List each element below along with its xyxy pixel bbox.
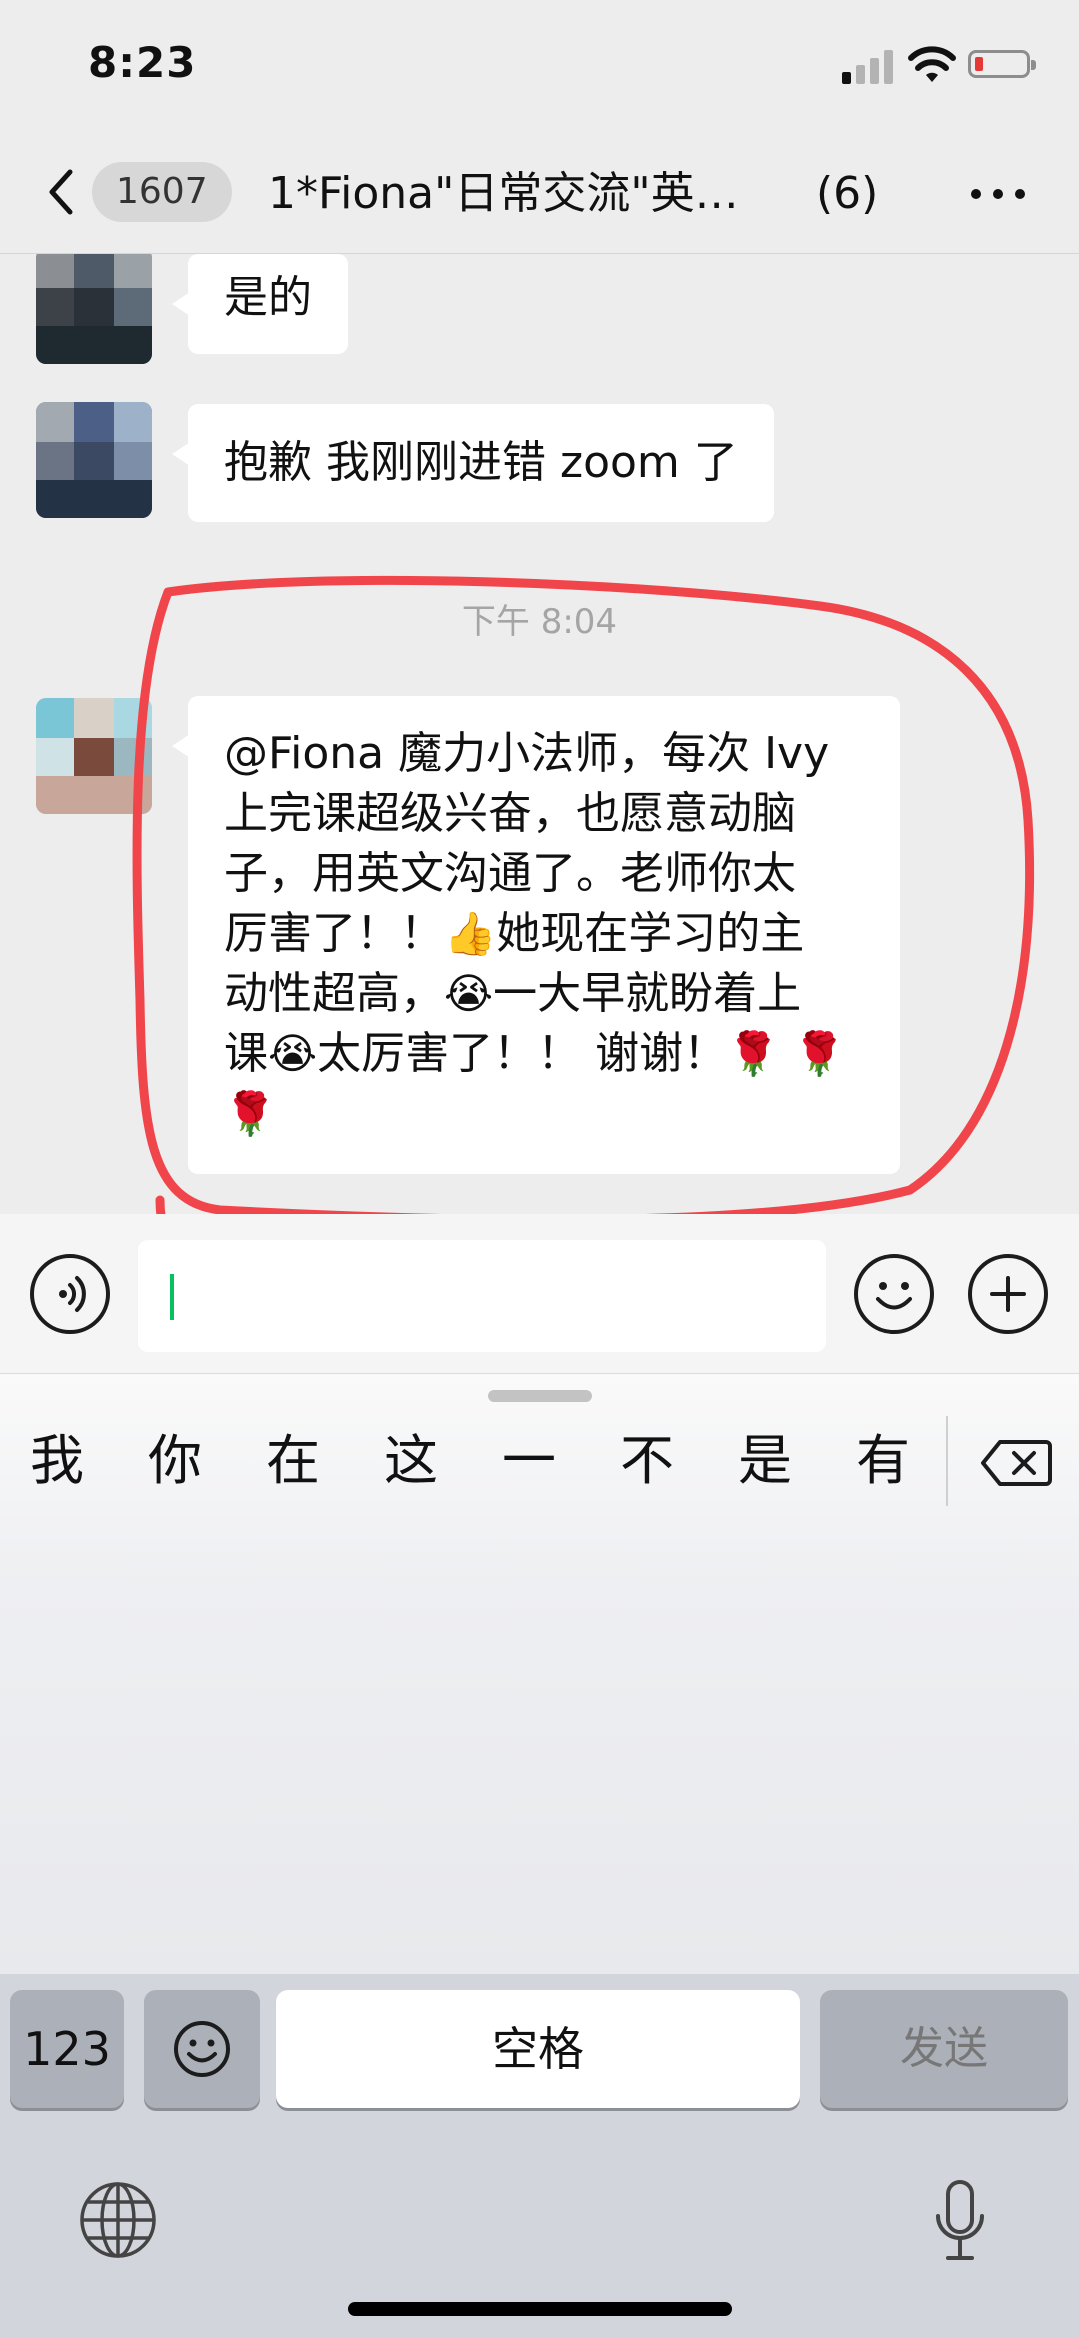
voice-icon	[59, 1276, 86, 1312]
ellipsis-icon[interactable]	[968, 184, 1028, 204]
smiley-icon	[876, 1282, 912, 1310]
candidate-panel: 我 你 在 这 一 不 是 有	[0, 1374, 1079, 1974]
message-text-segment: 动性超高，	[224, 968, 444, 1019]
member-count: (6)	[816, 168, 879, 219]
plus-icon	[990, 1276, 1026, 1312]
globe-icon[interactable]	[78, 2180, 158, 2260]
keyboard: 我 你 在 这 一 不 是 有 123 空格 发送	[0, 1374, 1079, 2338]
message-text: @Fiona 魔力小法师，每次 Ivy 上完课超级兴奋，也愿意动脑 子，用英文沟通了…	[224, 724, 864, 1144]
divider	[946, 1416, 948, 1506]
message-bubble[interactable]: 抱歉 我刚刚进错 zoom 了	[172, 404, 774, 522]
message-text-segment: 子，用英文沟通了。老师你太	[224, 848, 796, 899]
message-bubble[interactable]: @Fiona 魔力小法师，每次 Ivy 上完课超级兴奋，也愿意动脑 子，用英文沟通了…	[172, 696, 900, 1174]
message-text: 是的	[224, 272, 312, 323]
message-line: 上完课超级兴奋，也愿意动脑	[224, 784, 864, 844]
message-timestamp: 下午 8:04	[461, 602, 618, 642]
voice-input-button[interactable]	[30, 1254, 110, 1334]
message-text-segment: 太厉害了！！ 谢谢！	[317, 1028, 728, 1079]
chat-header: 1607 1*Fiona"日常交流"英… (6)	[0, 132, 1079, 254]
numbers-key[interactable]: 123	[10, 1990, 124, 2108]
wifi-icon	[908, 46, 956, 82]
emoji-button[interactable]	[854, 1254, 934, 1334]
avatar[interactable]	[36, 402, 152, 518]
candidate-word[interactable]: 是	[738, 1426, 792, 1496]
message-line: 子，用英文沟通了。老师你太	[224, 844, 864, 904]
more-actions-button[interactable]	[968, 1254, 1048, 1334]
message-bubble[interactable]: 是的	[172, 254, 348, 354]
candidate-word[interactable]: 不	[620, 1426, 674, 1496]
candidate-word[interactable]: 一	[502, 1426, 556, 1496]
panel-drag-handle[interactable]	[488, 1390, 592, 1402]
send-key[interactable]: 发送	[820, 1990, 1068, 2108]
message-text-segment	[779, 1028, 793, 1079]
space-key[interactable]: 空格	[276, 1990, 800, 2108]
message-text-segment: 厉害了！！	[224, 908, 444, 959]
home-indicator	[348, 2302, 732, 2316]
emoji: 👍	[444, 909, 497, 958]
emoji: 🌹	[224, 1089, 277, 1138]
emoji-key[interactable]	[144, 1990, 260, 2108]
status-bar: 8:23	[0, 0, 1079, 132]
message-line: 课😭太厉害了！！ 谢谢！🌹 🌹	[224, 1024, 864, 1084]
message-input[interactable]	[138, 1240, 826, 1352]
candidate-word[interactable]: 有	[856, 1426, 910, 1496]
text-caret	[170, 1274, 174, 1320]
avatar[interactable]	[36, 698, 152, 814]
backspace-icon[interactable]	[980, 1438, 1052, 1488]
message-line: 厉害了！！👍她现在学习的主	[224, 904, 864, 964]
message-text-segment: 她现在学习的主	[496, 908, 805, 959]
emoji: 😭	[268, 1029, 318, 1078]
message-text-segment: 一大早就盼着上	[493, 968, 802, 1019]
message-line: 🌹	[224, 1084, 864, 1144]
battery-icon	[968, 50, 1036, 78]
unread-count-badge[interactable]: 1607	[92, 162, 232, 222]
cellular-signal-icon	[842, 48, 898, 84]
message-text-segment: 课	[224, 1028, 268, 1079]
chevron-left-icon[interactable]	[44, 162, 84, 222]
candidate-word[interactable]: 我	[30, 1426, 84, 1496]
message-list[interactable]: 是的 抱歉 我刚刚进错 zoom 了 下午 8:04 @Fiona 魔力小法师，…	[0, 254, 1079, 1214]
input-bar	[0, 1214, 1079, 1374]
candidate-word[interactable]: 这	[384, 1426, 438, 1496]
candidate-word[interactable]: 在	[266, 1426, 320, 1496]
message-line: @Fiona 魔力小法师，每次 Ivy	[224, 724, 864, 784]
emoji: 🌹	[727, 1029, 780, 1078]
smiley-icon	[174, 2021, 230, 2077]
status-time: 8:23	[88, 38, 197, 87]
message-text-segment: 上完课超级兴奋，也愿意动脑	[224, 788, 796, 839]
message-text: 抱歉 我刚刚进错 zoom 了	[224, 437, 738, 488]
candidate-word[interactable]: 你	[148, 1426, 202, 1496]
message-text-segment: @Fiona 魔力小法师，每次 Ivy	[224, 728, 830, 779]
emoji: 😭	[444, 969, 494, 1018]
emoji: 🌹	[793, 1029, 846, 1078]
chat-title[interactable]: 1*Fiona"日常交流"英…	[268, 166, 788, 222]
microphone-icon[interactable]	[932, 2178, 988, 2266]
message-line: 动性超高，😭一大早就盼着上	[224, 964, 864, 1024]
avatar[interactable]	[36, 254, 152, 364]
